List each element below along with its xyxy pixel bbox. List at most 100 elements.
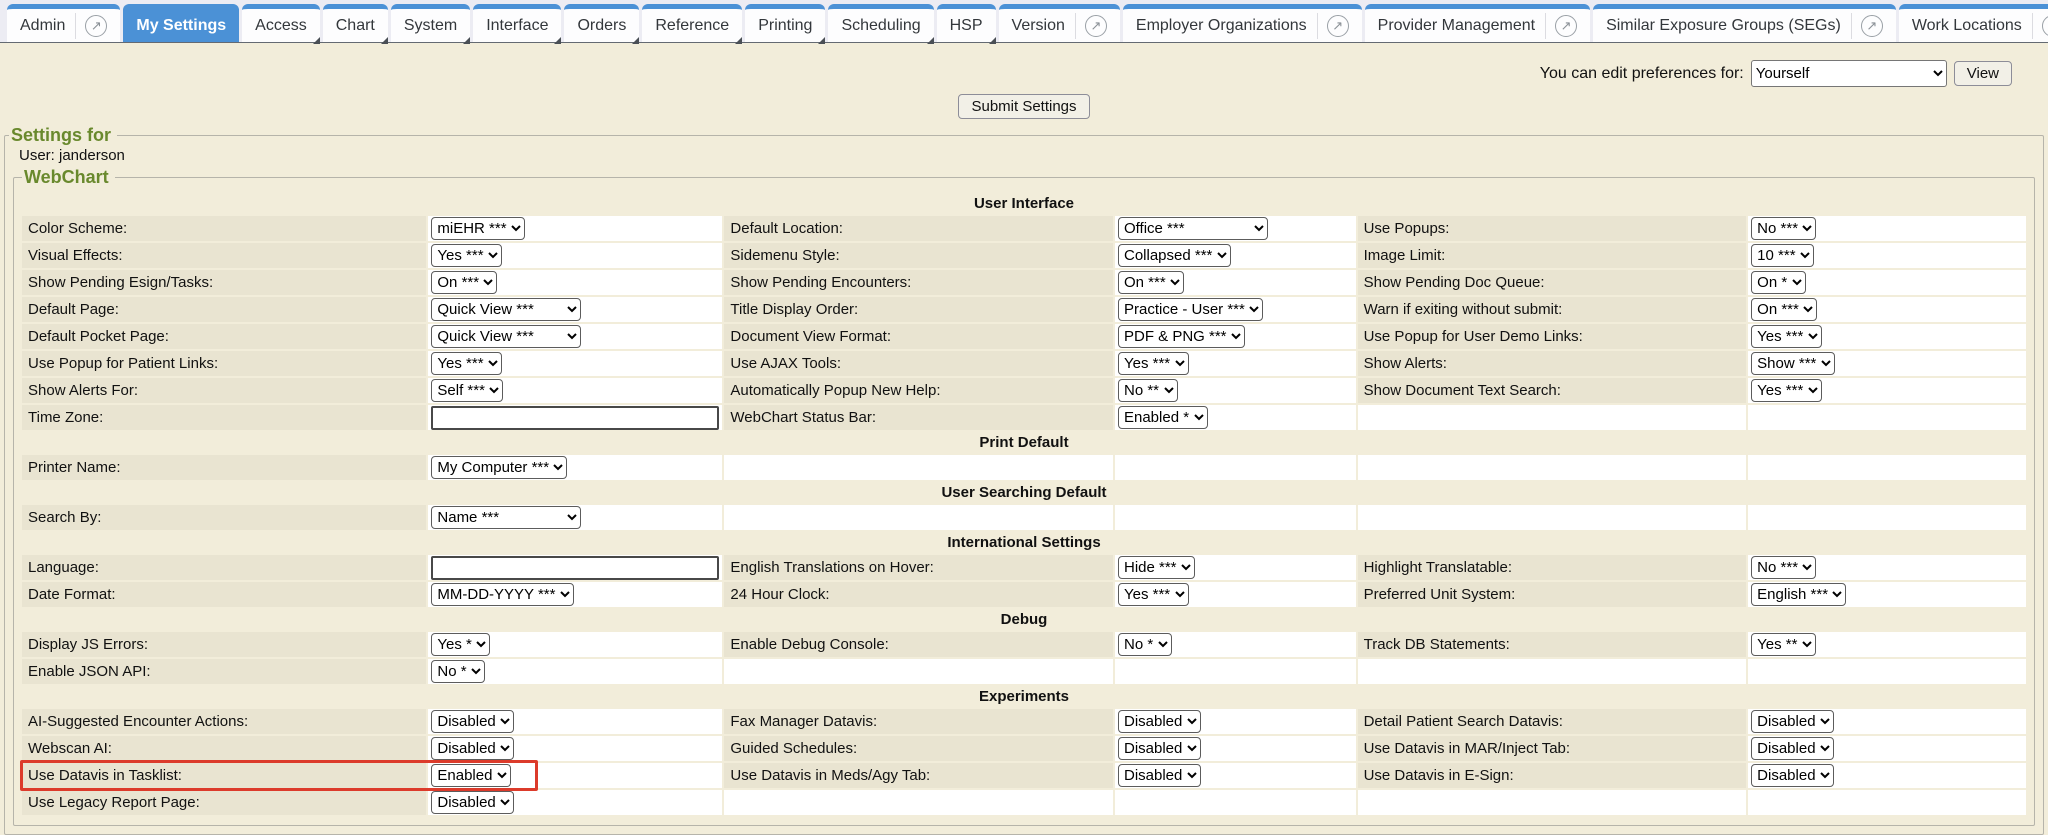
dropdown-corner-icon[interactable]: [632, 37, 639, 44]
empty-cell: [724, 659, 1113, 684]
setting-value-cell: [428, 555, 722, 580]
select-automatically-popup-new-help[interactable]: No **: [1118, 379, 1178, 402]
select-use-datavis-in-tasklist[interactable]: Enabled: [431, 764, 511, 787]
select-use-datavis-in-e-sign[interactable]: Disabled: [1751, 764, 1834, 787]
setting-value-cell: Yes **: [1748, 632, 2026, 657]
tab-printing[interactable]: Printing: [745, 4, 825, 42]
select-default-page[interactable]: Quick View ***: [431, 298, 581, 321]
select-ai-suggested-encounter-actions[interactable]: Disabled: [431, 710, 514, 733]
setting-row: Enable JSON API:No *: [22, 659, 2026, 684]
tab-scheduling[interactable]: Scheduling: [828, 4, 933, 42]
tab-divider: [1317, 13, 1318, 39]
tab-label: Orders: [577, 17, 626, 35]
input-time-zone[interactable]: [431, 406, 719, 430]
select-use-ajax-tools[interactable]: Yes ***: [1118, 352, 1189, 375]
select-default-pocket-page[interactable]: Quick View ***: [431, 325, 581, 348]
tab-divider: [1851, 13, 1852, 39]
tab-orders[interactable]: Orders: [564, 4, 639, 42]
input-language[interactable]: [431, 556, 719, 580]
select-enable-json-api[interactable]: No *: [431, 660, 485, 683]
select-detail-patient-search-datavis[interactable]: Disabled: [1751, 710, 1834, 733]
select-color-scheme[interactable]: miEHR ***: [431, 217, 525, 240]
select-visual-effects[interactable]: Yes ***: [431, 244, 502, 267]
select-warn-if-exiting-without-submit[interactable]: On ***: [1751, 298, 1817, 321]
setting-value-cell: Disabled: [428, 736, 722, 761]
select-use-popups[interactable]: No ***: [1751, 217, 1816, 240]
select-english-translations-on-hover[interactable]: Hide ***: [1118, 556, 1195, 579]
select-show-pending-doc-queue[interactable]: On *: [1751, 271, 1806, 294]
select-webchart-status-bar[interactable]: Enabled *: [1118, 406, 1208, 429]
tab-my-settings[interactable]: My Settings: [123, 4, 239, 42]
tab-employer-organizations[interactable]: Employer Organizations↗: [1123, 4, 1362, 42]
tab-chart[interactable]: Chart: [323, 4, 388, 42]
tab-hsp[interactable]: HSP: [937, 4, 996, 42]
select-enable-debug-console[interactable]: No *: [1118, 633, 1172, 656]
setting-value-cell: No **: [1115, 378, 1356, 403]
edit-preferences-label: You can edit preferences for:: [1540, 65, 1744, 83]
tab-access[interactable]: Access: [242, 4, 320, 42]
tab-reference[interactable]: Reference: [642, 4, 742, 42]
setting-value-cell: Disabled: [1748, 763, 2026, 788]
select-use-datavis-in-mar-inject-tab[interactable]: Disabled: [1751, 737, 1834, 760]
select-sidemenu-style[interactable]: Collapsed ***: [1118, 244, 1231, 267]
select-use-datavis-in-meds-agy-tab[interactable]: Disabled: [1118, 764, 1201, 787]
dropdown-corner-icon[interactable]: [463, 37, 470, 44]
select-show-alerts-for[interactable]: Self ***: [431, 379, 503, 402]
tab-provider-management[interactable]: Provider Management↗: [1365, 4, 1590, 42]
tab-label: Similar Exposure Groups (SEGs): [1606, 17, 1841, 35]
setting-row: Search By:Name ***: [22, 505, 2026, 530]
dropdown-corner-icon[interactable]: [735, 37, 742, 44]
select-highlight-translatable[interactable]: No ***: [1751, 556, 1816, 579]
setting-label-use-datavis-in-e-sign: Use Datavis in E-Sign:: [1358, 763, 1747, 788]
dropdown-corner-icon[interactable]: [381, 37, 388, 44]
tab-version[interactable]: Version↗: [999, 4, 1120, 42]
tab-system[interactable]: System: [391, 4, 470, 42]
select-image-limit[interactable]: 10 ***: [1751, 244, 1814, 267]
dropdown-corner-icon[interactable]: [989, 37, 996, 44]
open-new-window-icon[interactable]: ↗: [85, 15, 107, 37]
tab-interface[interactable]: Interface: [473, 4, 561, 42]
select-preferred-unit-system[interactable]: English ***: [1751, 583, 1846, 606]
tab-work-locations[interactable]: Work Locations↗: [1899, 4, 2048, 42]
select-show-alerts[interactable]: Show ***: [1751, 352, 1835, 375]
select-document-view-format[interactable]: PDF & PNG ***: [1118, 325, 1245, 348]
select-use-legacy-report-page[interactable]: Disabled: [431, 791, 514, 814]
select-default-location[interactable]: Office ***: [1118, 217, 1268, 240]
setting-row: Use Datavis in Tasklist:EnabledUse Datav…: [22, 763, 2026, 788]
select-use-popup-for-patient-links[interactable]: Yes ***: [431, 352, 502, 375]
open-new-window-icon[interactable]: ↗: [1327, 15, 1349, 37]
dropdown-corner-icon[interactable]: [554, 37, 561, 44]
dropdown-corner-icon[interactable]: [313, 37, 320, 44]
submit-settings-button[interactable]: Submit Settings: [958, 94, 1089, 119]
open-new-window-icon[interactable]: ↗: [1555, 15, 1577, 37]
select-title-display-order[interactable]: Practice - User ***: [1118, 298, 1263, 321]
select-guided-schedules[interactable]: Disabled: [1118, 737, 1201, 760]
dropdown-corner-icon[interactable]: [927, 37, 934, 44]
view-button[interactable]: View: [1954, 61, 2012, 86]
select-use-popup-for-user-demo-links[interactable]: Yes ***: [1751, 325, 1822, 348]
edit-preferences-select[interactable]: Yourself: [1751, 60, 1947, 87]
tab-admin[interactable]: Admin ↗: [7, 4, 120, 42]
select-display-js-errors[interactable]: Yes *: [431, 633, 490, 656]
setting-value-cell: No *: [1115, 632, 1356, 657]
open-new-window-icon[interactable]: ↗: [2042, 15, 2048, 37]
setting-label-time-zone: Time Zone:: [22, 405, 426, 430]
section-title: Experiments: [22, 686, 2026, 707]
open-new-window-icon[interactable]: ↗: [1861, 15, 1883, 37]
select-webscan-ai[interactable]: Disabled: [431, 737, 514, 760]
tab-label: Admin: [20, 17, 65, 35]
select-track-db-statements[interactable]: Yes **: [1751, 633, 1816, 656]
select-printer-name[interactable]: My Computer ***: [431, 456, 567, 479]
select-fax-manager-datavis[interactable]: Disabled: [1118, 710, 1201, 733]
select-date-format[interactable]: MM-DD-YYYY ***: [431, 583, 574, 606]
tab-label: Interface: [486, 17, 548, 35]
select-show-pending-esign-tasks[interactable]: On ***: [431, 271, 497, 294]
tab-similar-exposure-groups-segs[interactable]: Similar Exposure Groups (SEGs) ↗: [1593, 4, 1896, 42]
select-24-hour-clock[interactable]: Yes ***: [1118, 583, 1189, 606]
open-new-window-icon[interactable]: ↗: [1085, 15, 1107, 37]
setting-value-cell: Yes *: [428, 632, 722, 657]
select-show-pending-encounters[interactable]: On ***: [1118, 271, 1184, 294]
select-show-document-text-search[interactable]: Yes ***: [1751, 379, 1822, 402]
select-search-by[interactable]: Name ***: [431, 506, 581, 529]
dropdown-corner-icon[interactable]: [818, 37, 825, 44]
